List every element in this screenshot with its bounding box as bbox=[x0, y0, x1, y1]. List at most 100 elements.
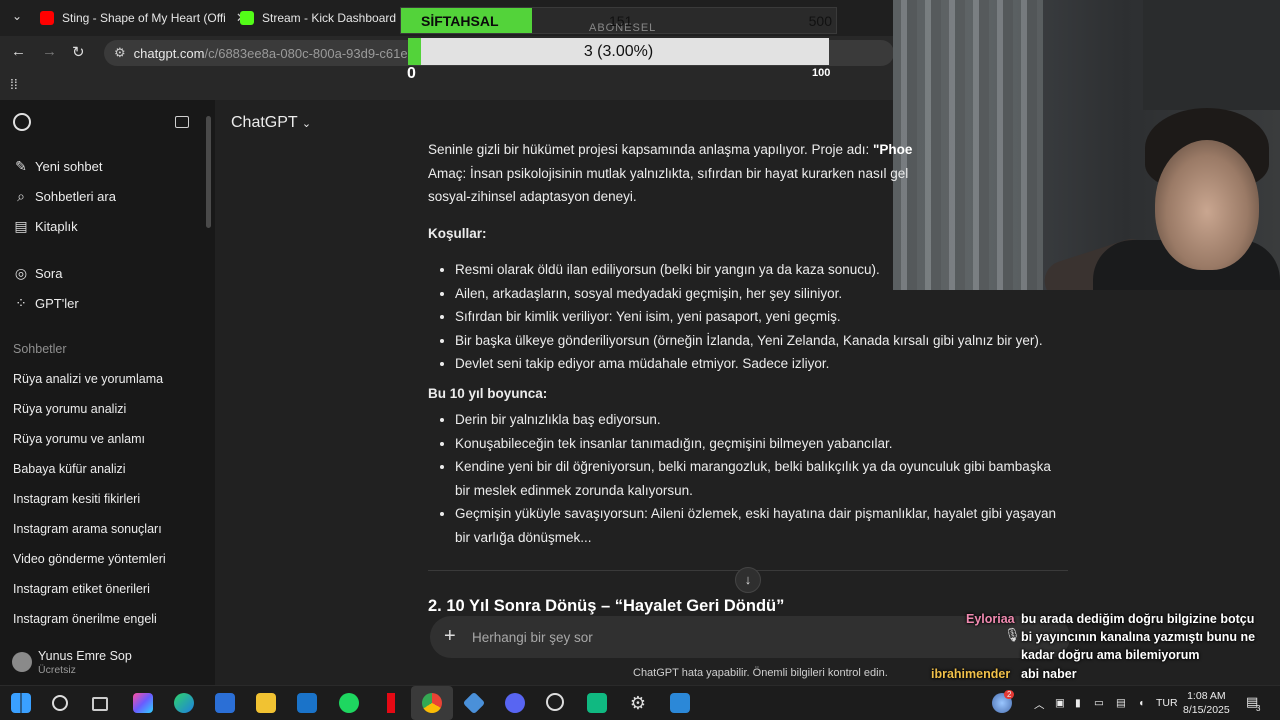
site-info-icon[interactable]: ⚙ bbox=[114, 45, 126, 61]
obs-icon[interactable] bbox=[546, 693, 564, 711]
list-item: Derin bir yalnızlıkla baş ediyorsun. bbox=[455, 408, 1068, 432]
task-view-icon[interactable] bbox=[92, 697, 108, 711]
sidebar-chat-item[interactable]: Instagram arama sonuçları bbox=[13, 522, 162, 536]
conditions-heading: Koşullar: bbox=[428, 225, 487, 241]
goal-max: 500 bbox=[808, 13, 832, 29]
app-icon[interactable] bbox=[587, 693, 607, 713]
chrome-icon[interactable] bbox=[422, 693, 442, 713]
years-heading: Bu 10 yıl boyunca: bbox=[428, 385, 548, 401]
microphone-icon[interactable]: 🎙 bbox=[1004, 627, 1021, 643]
list-item: Resmi olarak öldü ilan ediliyorsun (belk… bbox=[455, 258, 1068, 282]
goal-max: 100 bbox=[812, 67, 831, 79]
gpts-icon: ⁘ bbox=[15, 295, 27, 311]
list-item: Kendine yeni bir dil öğreniyorsun, belki… bbox=[455, 455, 1068, 502]
search-icon[interactable] bbox=[52, 695, 68, 711]
chats-section-title: Sohbetler bbox=[13, 342, 67, 356]
new-chat-button[interactable]: ✎ Yeni sohbet bbox=[13, 158, 102, 175]
netflix-icon[interactable] bbox=[381, 693, 401, 713]
message-paragraph: Seninle gizli bir hükümet projesi kapsam… bbox=[428, 138, 1068, 162]
message-bold-text: "Phoe bbox=[872, 142, 913, 157]
conditions-list: Resmi olarak öldü ilan ediliyorsun (belk… bbox=[428, 258, 1068, 376]
input-language[interactable]: TUR bbox=[1156, 697, 1178, 709]
section-heading: 2. 10 Yıl Sonra Dönüş – “Hayalet Geri Dö… bbox=[428, 597, 785, 615]
assistant-message: Seninle gizli bir hükümet projesi kapsam… bbox=[428, 138, 1068, 549]
arrow-down-icon: ↓ bbox=[744, 572, 752, 587]
sidebar-chat-item[interactable]: Instagram önerilme engeli bbox=[13, 612, 157, 626]
copilot-icon[interactable] bbox=[133, 693, 153, 713]
list-item: Devlet seni takip ediyor ama müdahale et… bbox=[455, 352, 1068, 376]
edge-icon[interactable] bbox=[174, 693, 194, 713]
tray-battery-icon[interactable]: ▭ bbox=[1094, 697, 1104, 709]
list-item: Konuşabileceğin tek insanlar tanımadığın… bbox=[455, 432, 1068, 456]
sidebar-item-label: GPT'ler bbox=[35, 296, 79, 311]
disclaimer-text: ChatGPT hata yapabilir. Önemli bilgileri… bbox=[633, 667, 888, 679]
goal-value: 3 (3.00%) bbox=[583, 43, 654, 60]
goal-min: 0 bbox=[407, 65, 416, 82]
search-chats-button[interactable]: ⌕ Sohbetleri ara bbox=[13, 188, 116, 205]
user-name: Yunus Emre Sop bbox=[38, 649, 132, 663]
tray-chevron-up-icon[interactable]: ︿ bbox=[1034, 697, 1045, 712]
chat-username: ibrahimender bbox=[931, 667, 1011, 681]
store-icon[interactable] bbox=[215, 693, 235, 713]
system-clock[interactable]: 1:08 AM 8/15/2025 bbox=[1183, 689, 1230, 717]
goal-current: 151 bbox=[609, 13, 633, 29]
app-icon[interactable] bbox=[670, 693, 690, 713]
file-explorer-icon[interactable] bbox=[256, 693, 276, 713]
webcam-person bbox=[1155, 140, 1259, 270]
clock-date: 8/15/2025 bbox=[1183, 704, 1230, 716]
openai-logo-icon[interactable] bbox=[13, 113, 31, 131]
sidebar-chat-item[interactable]: Rüya analizi ve yorumlama bbox=[13, 372, 163, 386]
years-list: Derin bir yalnızlıkla baş ediyorsun. Kon… bbox=[428, 408, 1068, 549]
outlook-icon[interactable] bbox=[297, 693, 317, 713]
tray-app-icon[interactable]: ▣ bbox=[1055, 697, 1065, 709]
library-icon: ▤ bbox=[14, 218, 28, 234]
sidebar-chat-item[interactable]: Rüya yorumu analizi bbox=[13, 402, 126, 416]
sidebar-item-label: Yeni sohbet bbox=[35, 159, 103, 174]
notification-count: 3 bbox=[1256, 704, 1261, 713]
youtube-icon bbox=[40, 11, 54, 25]
windows-start-icon[interactable] bbox=[11, 693, 31, 713]
tray-network-icon[interactable]: ▤ bbox=[1116, 697, 1126, 709]
spotify-icon[interactable] bbox=[339, 693, 359, 713]
sora-button[interactable]: ◎ Sora bbox=[13, 265, 63, 282]
list-item: Sıfırdan bir kimlik veriliyor: Yeni isim… bbox=[455, 305, 1068, 329]
goal-label: SİFTAHSAL bbox=[421, 13, 499, 29]
tab-youtube[interactable]: Sting - Shape of My Heart (Offi ✕ bbox=[30, 4, 257, 32]
tab-kick[interactable]: Stream - Kick Dashboard bbox=[230, 4, 406, 32]
back-arrow-icon[interactable]: ← bbox=[11, 43, 26, 60]
sidebar-toggle-icon[interactable] bbox=[175, 116, 189, 128]
message-paragraph: Amaç: İnsan psikolojisinin mutlak yalnız… bbox=[428, 165, 909, 181]
model-selector[interactable]: ChatGPT ⌄ bbox=[231, 114, 311, 132]
sidebar-chat-item[interactable]: Video gönderme yöntemleri bbox=[13, 552, 166, 566]
forward-arrow-icon[interactable]: → bbox=[42, 43, 57, 60]
sidebar-chat-item[interactable]: Rüya yorumu ve anlamı bbox=[13, 432, 145, 446]
sidebar-scrollbar[interactable] bbox=[206, 116, 211, 228]
subscriber-goal-bar: SİFTAHSAL ABONESEL 151 500 bbox=[400, 7, 837, 34]
chat-message-line: bi yayıncının kanalına yazmıştı bunu ne bbox=[1021, 630, 1256, 644]
prompt-input[interactable] bbox=[472, 626, 992, 648]
sora-icon: ◎ bbox=[14, 265, 28, 281]
sidebar-chat-item[interactable]: Babaya küfür analizi bbox=[13, 462, 126, 476]
url-host: chatgpt.com bbox=[133, 45, 205, 61]
settings-gear-icon[interactable]: ⚙ bbox=[628, 693, 648, 713]
avatar bbox=[12, 652, 32, 672]
chat-username: Eyloriaa bbox=[966, 612, 1015, 626]
gpts-button[interactable]: ⁘ GPT'ler bbox=[13, 295, 79, 312]
sidebar-chat-item[interactable]: Instagram kesiti fikirleri bbox=[13, 492, 140, 506]
search-icon: ⌕ bbox=[17, 188, 25, 204]
discord-icon[interactable] bbox=[505, 693, 525, 713]
message-paragraph: sosyal-zihinsel adaptasyon deneyi. bbox=[428, 189, 637, 204]
library-button[interactable]: ▤ Kitaplık bbox=[13, 218, 77, 235]
list-item: Geçmişin yüküyle savaşıyorsun: Aileni öz… bbox=[455, 502, 1068, 549]
tab-list-icon[interactable]: ⌄ bbox=[12, 9, 22, 23]
tray-volume-icon[interactable]: ◖ bbox=[1138, 697, 1144, 709]
message-text: Seninle gizli bir hükümet projesi kapsam… bbox=[428, 142, 873, 157]
sidebar-chat-item[interactable]: Instagram etiket önerileri bbox=[13, 582, 150, 596]
tray-mic-icon[interactable]: ▮ bbox=[1075, 697, 1081, 709]
scroll-down-button[interactable]: ↓ bbox=[735, 567, 761, 593]
tab-title: Sting - Shape of My Heart (Offi bbox=[62, 11, 226, 25]
reload-icon[interactable]: ↻ bbox=[72, 43, 85, 61]
new-chat-icon: ✎ bbox=[15, 158, 27, 174]
apps-grid-icon[interactable]: ⁞⁞ bbox=[10, 76, 18, 92]
plus-icon[interactable]: + bbox=[444, 625, 456, 648]
